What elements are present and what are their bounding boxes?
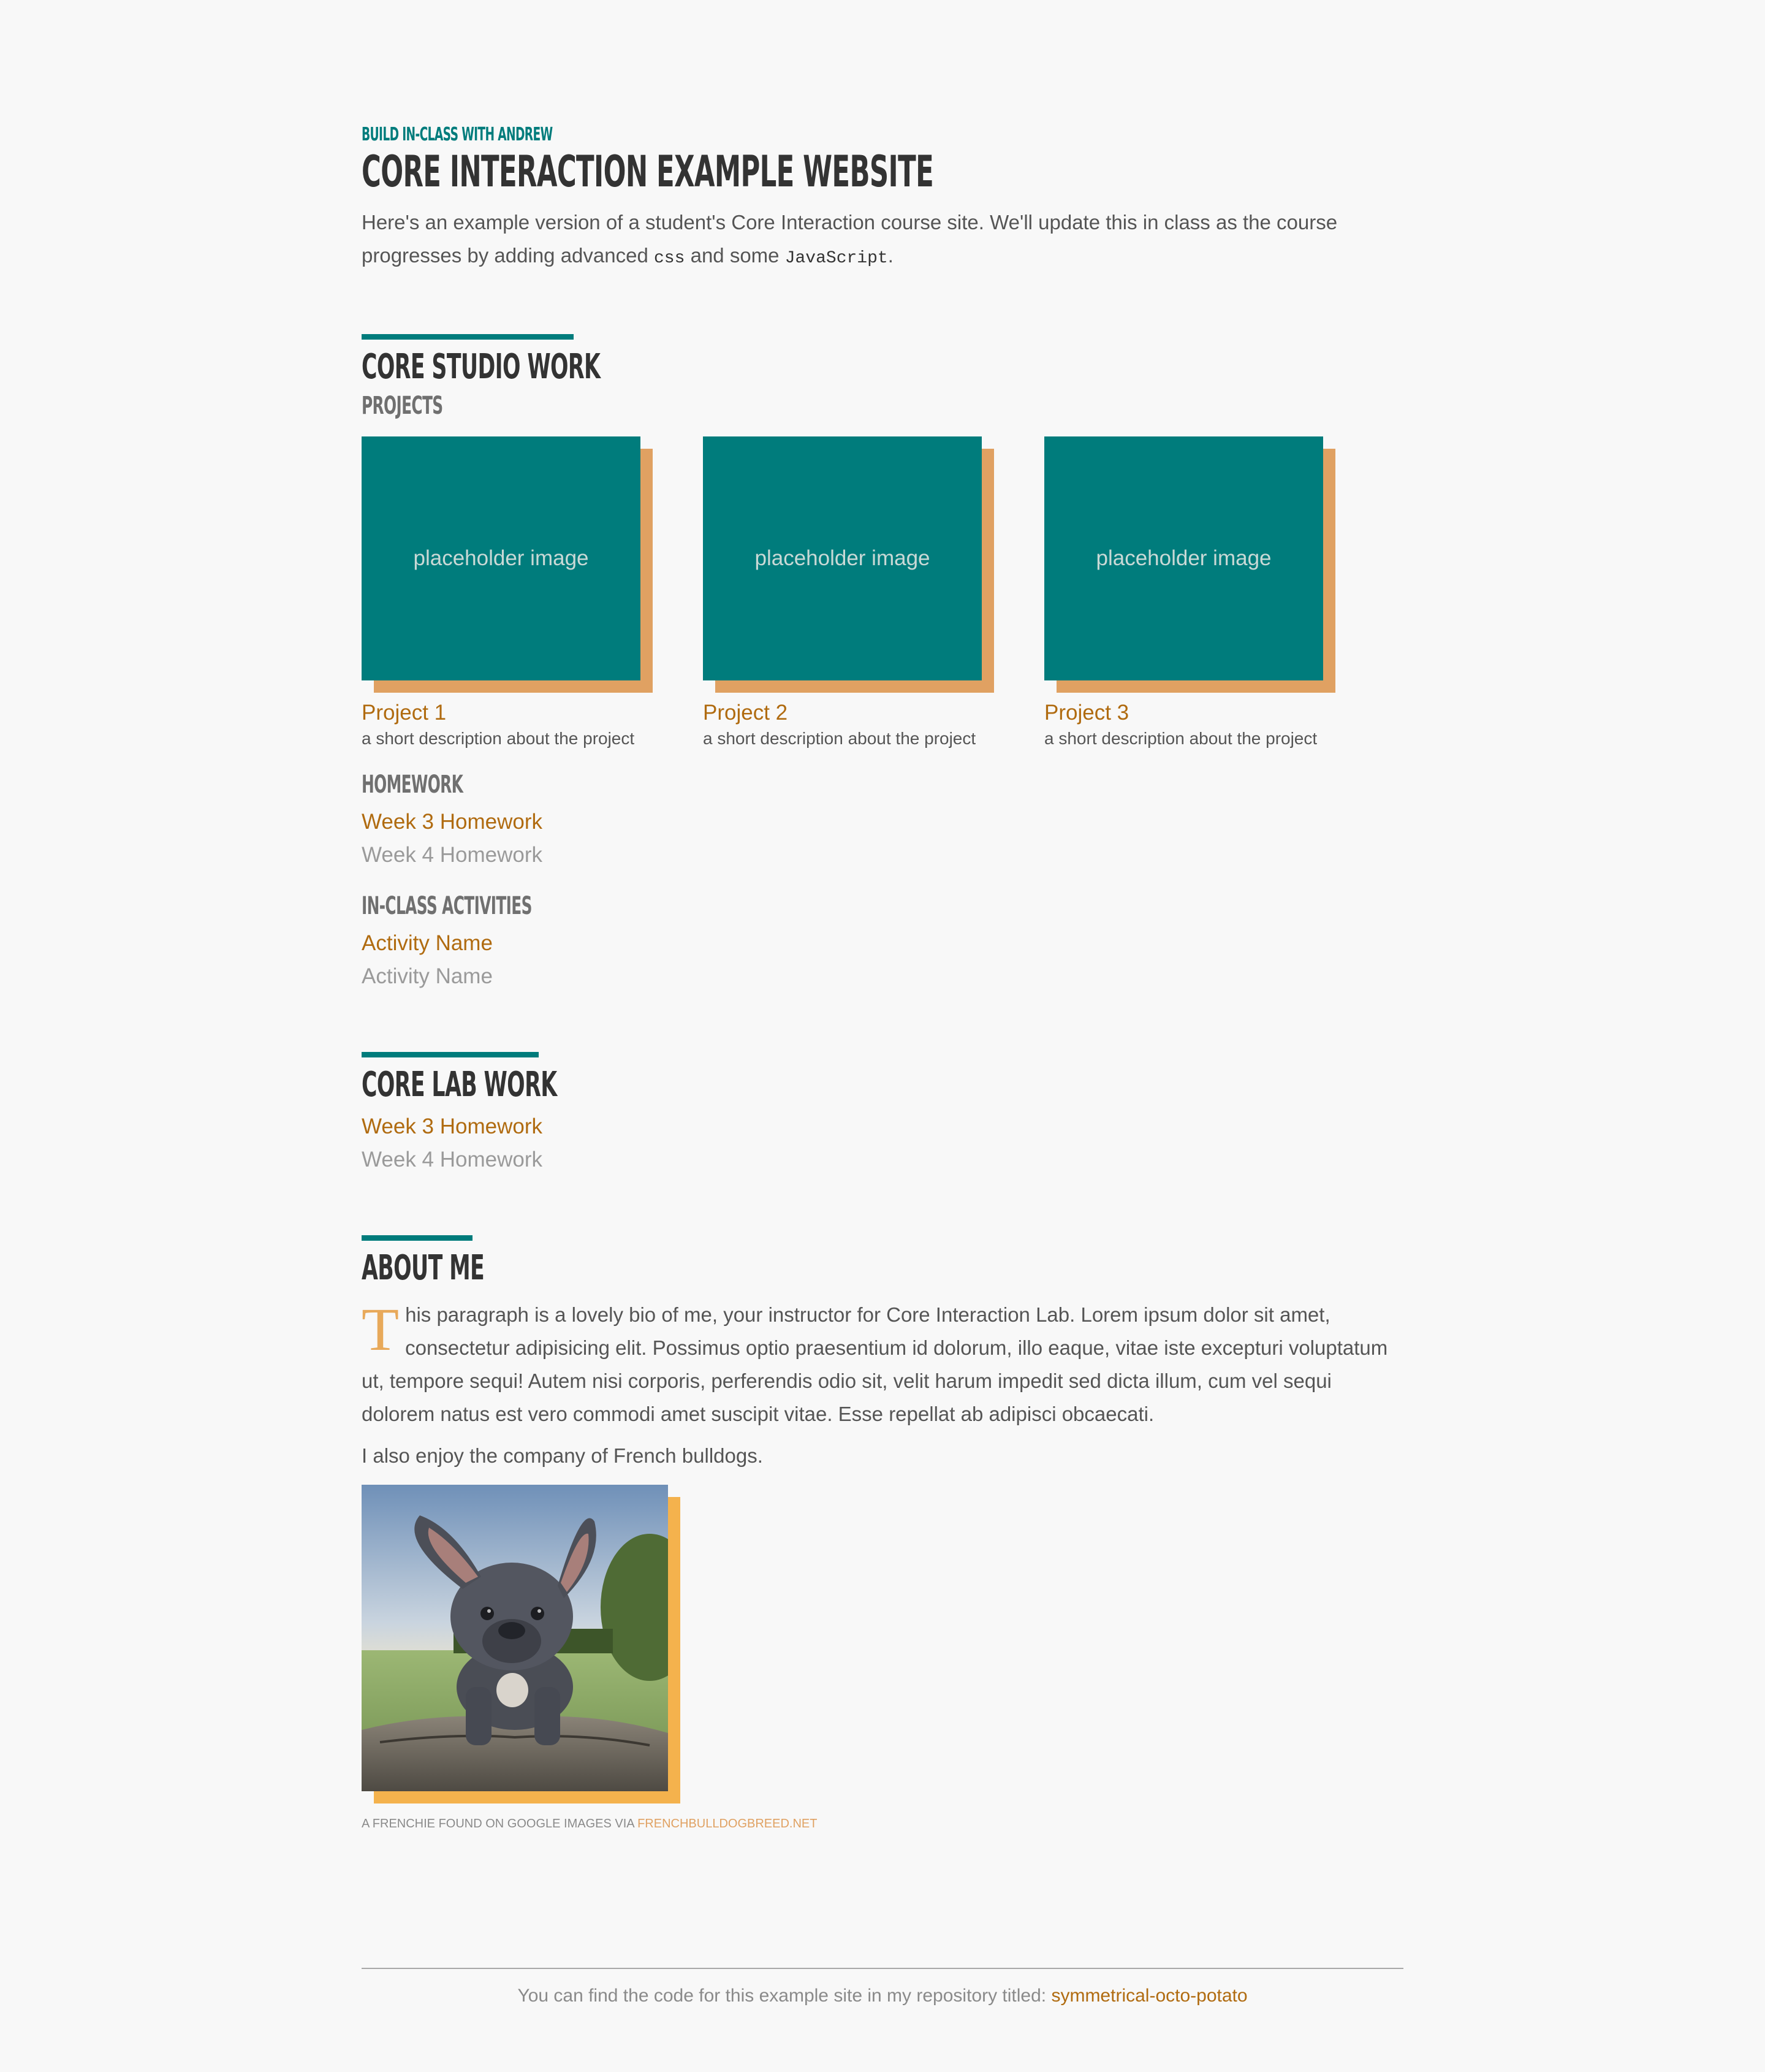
placeholder-image-label: placeholder image bbox=[754, 546, 930, 570]
bio-second-paragraph: I also enjoy the company of French bulld… bbox=[362, 1444, 763, 1467]
lab-heading: CORE LAB WORK bbox=[362, 1065, 557, 1105]
projects-grid: placeholder image Project 1 a short desc… bbox=[362, 436, 1403, 750]
project-card[interactable]: placeholder image Project 1 a short desc… bbox=[362, 436, 703, 750]
photo-caption: A FRENCHIE FOUND ON GOOGLE IMAGES VIA FR… bbox=[362, 1815, 1403, 1833]
activity-link[interactable]: Activity Name bbox=[362, 960, 1403, 993]
homework-link[interactable]: Week 3 Homework bbox=[362, 806, 1403, 839]
studio-heading-rule bbox=[362, 334, 574, 340]
lab-homework-link[interactable]: Week 3 Homework bbox=[362, 1110, 1403, 1143]
studio-heading-block: CORE STUDIO WORK bbox=[362, 334, 746, 389]
project-title-link[interactable]: Project 3 bbox=[1044, 699, 1129, 727]
bulldog-photo-frame bbox=[362, 1485, 680, 1803]
placeholder-image-label: placeholder image bbox=[1096, 546, 1272, 570]
lab-section: CORE LAB WORK Week 3 Homework Week 4 Hom… bbox=[362, 1052, 1403, 1176]
footer: You can find the code for this example s… bbox=[362, 1968, 1403, 2008]
intro-code-css: css bbox=[654, 249, 685, 268]
project-title-link[interactable]: Project 1 bbox=[362, 699, 446, 727]
about-heading-rule bbox=[362, 1235, 473, 1241]
activities-list: Activity Name Activity Name bbox=[362, 927, 1403, 993]
about-section: ABOUT ME This paragraph is a lovely bio … bbox=[362, 1235, 1403, 1833]
lab-heading-rule bbox=[362, 1052, 539, 1057]
homework-link[interactable]: Week 4 Homework bbox=[362, 839, 1403, 872]
french-bulldog-illustration bbox=[362, 1485, 668, 1791]
french-bulldog-photo bbox=[362, 1485, 668, 1791]
drop-cap: T bbox=[362, 1295, 400, 1363]
intro-paragraph: Here's an example version of a student's… bbox=[362, 206, 1403, 275]
footer-divider bbox=[362, 1968, 1403, 1969]
page-content: BUILD IN-CLASS WITH ANDREW CORE INTERACT… bbox=[362, 123, 1403, 1833]
project-card[interactable]: placeholder image Project 3 a short desc… bbox=[1044, 436, 1386, 750]
studio-section: CORE STUDIO WORK PROJECTS placeholder im… bbox=[362, 334, 1403, 993]
intro-text-2: and some bbox=[685, 244, 785, 267]
placeholder-image[interactable]: placeholder image bbox=[703, 436, 982, 680]
repository-link[interactable]: symmetrical-octo-potato bbox=[1051, 1986, 1247, 2006]
studio-heading: CORE STUDIO WORK bbox=[362, 347, 601, 387]
intro-code-javascript: JavaScript bbox=[784, 249, 888, 268]
project-description: a short description about the project bbox=[362, 729, 635, 748]
footer-text: You can find the code for this example s… bbox=[362, 1984, 1403, 2008]
project-card[interactable]: placeholder image Project 2 a short desc… bbox=[703, 436, 1044, 750]
activity-link[interactable]: Activity Name bbox=[362, 927, 1403, 960]
homework-list: Week 3 Homework Week 4 Homework bbox=[362, 806, 1403, 872]
header-kicker: BUILD IN-CLASS WITH ANDREW bbox=[362, 124, 553, 145]
lab-homework-link[interactable]: Week 4 Homework bbox=[362, 1143, 1403, 1176]
about-heading: ABOUT ME bbox=[362, 1248, 485, 1288]
caption-source-link[interactable]: FRENCHBULLDOGBREED.NET bbox=[637, 1817, 817, 1830]
projects-heading: PROJECTS bbox=[362, 392, 443, 420]
bio-text: his paragraph is a lovely bio of me, you… bbox=[362, 1303, 1388, 1425]
placeholder-image[interactable]: placeholder image bbox=[1044, 436, 1323, 680]
lab-heading-block: CORE LAB WORK bbox=[362, 1052, 677, 1106]
project-thumbnail[interactable]: placeholder image bbox=[362, 436, 653, 693]
page-title: CORE INTERACTION EXAMPLE WEBSITE bbox=[362, 147, 934, 197]
lab-list: Week 3 Homework Week 4 Homework bbox=[362, 1110, 1403, 1176]
project-thumbnail[interactable]: placeholder image bbox=[703, 436, 994, 693]
project-description: a short description about the project bbox=[1044, 729, 1318, 748]
project-title-link[interactable]: Project 2 bbox=[703, 699, 788, 727]
placeholder-image-label: placeholder image bbox=[413, 546, 589, 570]
activities-heading: IN-CLASS ACTIVITIES bbox=[362, 892, 532, 920]
project-thumbnail[interactable]: placeholder image bbox=[1044, 436, 1335, 693]
homework-heading: HOMEWORK bbox=[362, 771, 463, 799]
footer-message: You can find the code for this example s… bbox=[517, 1986, 1052, 2006]
caption-text: A FRENCHIE FOUND ON GOOGLE IMAGES VIA bbox=[362, 1817, 638, 1830]
project-description: a short description about the project bbox=[703, 729, 976, 748]
placeholder-image[interactable]: placeholder image bbox=[362, 436, 640, 680]
intro-text-3: . bbox=[887, 244, 894, 267]
about-heading-block: ABOUT ME bbox=[362, 1235, 560, 1290]
bio-paragraph: This paragraph is a lovely bio of me, yo… bbox=[362, 1298, 1403, 1431]
